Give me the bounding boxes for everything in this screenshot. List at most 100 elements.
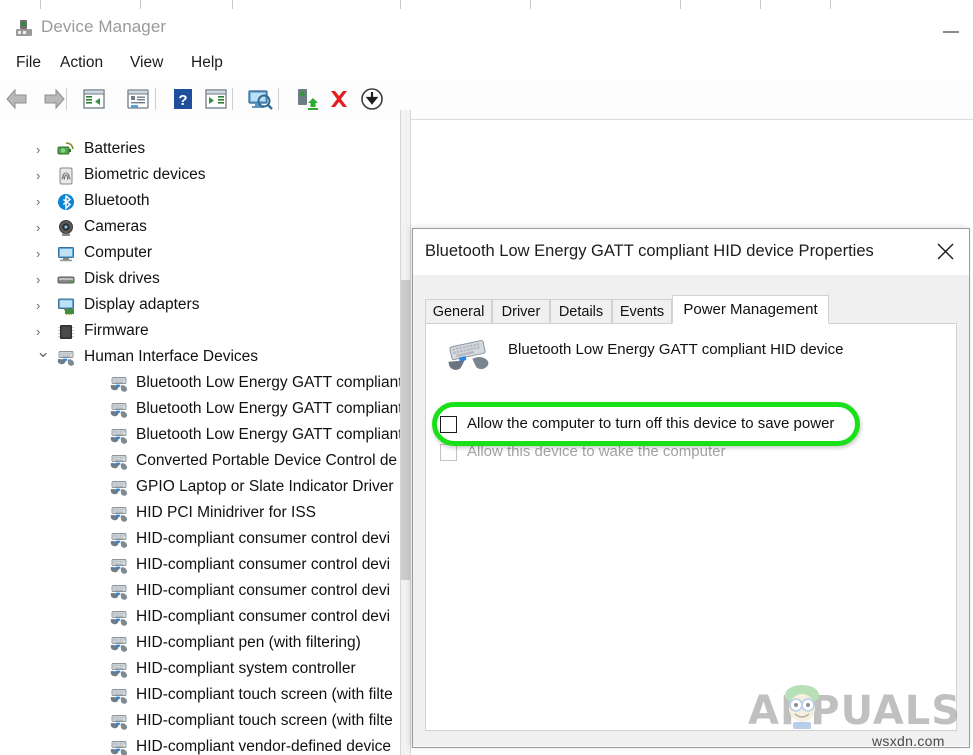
strip-divider xyxy=(400,0,401,9)
chevron-right-icon[interactable]: › xyxy=(36,325,49,338)
hid-device-icon xyxy=(110,427,128,445)
hid-device-icon xyxy=(110,375,128,393)
tree-item-label: HID-compliant consumer control devi xyxy=(136,582,390,600)
tree-item-label: Batteries xyxy=(84,140,145,158)
chevron-right-icon[interactable]: › xyxy=(36,169,49,182)
tree-item-label: GPIO Laptop or Slate Indicator Driver xyxy=(136,478,394,496)
battery-icon xyxy=(57,141,75,159)
hid-device-icon xyxy=(110,583,128,601)
tree-item-label: HID-compliant pen (with filtering) xyxy=(136,634,361,652)
tree-item[interactable]: HID-compliant consumer control devi xyxy=(0,579,400,605)
tree-item[interactable]: ›Bluetooth xyxy=(0,189,400,215)
tree-item[interactable]: Converted Portable Device Control de xyxy=(0,449,400,475)
title-bar: Device Manager xyxy=(0,9,973,47)
tree-item-label: Bluetooth Low Energy GATT compliant xyxy=(136,374,400,392)
tree-item[interactable]: › Computer xyxy=(0,241,400,267)
properties-icon[interactable] xyxy=(125,86,151,112)
tree-item[interactable]: › Batteries xyxy=(0,137,400,163)
menu-item-action[interactable]: Action xyxy=(54,51,109,75)
strip-divider xyxy=(140,0,141,9)
device-properties-dialog: Bluetooth Low Energy GATT compliant HID … xyxy=(412,228,970,748)
svg-text:?: ? xyxy=(178,92,187,109)
uninstall-device-icon[interactable] xyxy=(326,86,352,112)
disk-drive-icon xyxy=(57,271,75,289)
firmware-icon xyxy=(57,323,75,341)
menu-item-file[interactable]: File xyxy=(10,51,47,75)
hid-device-icon xyxy=(110,531,128,549)
fingerprint-icon xyxy=(57,167,75,185)
disable-device-icon[interactable] xyxy=(359,86,385,112)
tree-item[interactable]: ›Firmware xyxy=(0,319,400,345)
bluetooth-icon xyxy=(57,193,75,211)
menu-item-view[interactable]: View xyxy=(124,51,169,75)
toolbar-separator xyxy=(232,88,233,110)
tree-item-label: Bluetooth Low Energy GATT compliant xyxy=(136,400,400,418)
chevron-right-icon[interactable]: › xyxy=(36,221,49,234)
chevron-right-icon[interactable]: › xyxy=(36,143,49,156)
computer-icon xyxy=(57,245,75,263)
tree-item-label: Cameras xyxy=(84,218,147,236)
checkbox-label: Allow the computer to turn off this devi… xyxy=(467,415,834,432)
tree-item[interactable]: HID-compliant consumer control devi xyxy=(0,553,400,579)
checkbox-box[interactable] xyxy=(440,416,457,433)
tree-vertical-scrollbar[interactable] xyxy=(400,110,411,755)
forward-arrow-icon[interactable] xyxy=(41,86,67,112)
show-hide-action-pane-icon[interactable] xyxy=(203,86,229,112)
chevron-right-icon[interactable]: › xyxy=(36,299,49,312)
strip-divider xyxy=(680,0,681,9)
tree-item[interactable]: HID-compliant pen (with filtering) xyxy=(0,631,400,657)
help-icon[interactable]: ? xyxy=(170,86,196,112)
tree-item[interactable]: GPIO Laptop or Slate Indicator Driver xyxy=(0,475,400,501)
tab-general[interactable]: General xyxy=(425,299,492,323)
hid-device-icon xyxy=(110,557,128,575)
toolbar-separator xyxy=(278,88,279,110)
tree-item[interactable]: Bluetooth Low Energy GATT compliant xyxy=(0,371,400,397)
tree-item[interactable]: › Cameras xyxy=(0,215,400,241)
chevron-right-icon[interactable]: › xyxy=(36,247,49,260)
chevron-right-icon[interactable]: › xyxy=(36,195,49,208)
tree-item[interactable]: HID-compliant touch screen (with filte xyxy=(0,683,400,709)
tree-item[interactable]: HID-compliant consumer control devi xyxy=(0,527,400,553)
tab-power-management[interactable]: Power Management xyxy=(672,295,829,324)
dialog-title-bar: Bluetooth Low Energy GATT compliant HID … xyxy=(413,229,969,275)
hid-device-icon xyxy=(110,713,128,731)
tab-driver[interactable]: Driver xyxy=(492,299,550,323)
back-arrow-icon[interactable] xyxy=(4,86,30,112)
device-tree[interactable]: ›Batteries›Biometric devices›Bluetooth›C… xyxy=(0,119,400,755)
device-name-label: Bluetooth Low Energy GATT compliant HID … xyxy=(508,341,843,358)
tree-item[interactable]: ›Biometric devices xyxy=(0,163,400,189)
tree-item-label: Computer xyxy=(84,244,152,262)
chevron-down-icon[interactable]: ⌄ xyxy=(36,345,49,358)
watermark-source: wsxdn.com xyxy=(872,733,945,749)
menu-item-help[interactable]: Help xyxy=(185,51,229,75)
tree-item[interactable]: HID-compliant consumer control devi xyxy=(0,605,400,631)
scrollbar-thumb[interactable] xyxy=(401,280,410,580)
minimize-button[interactable] xyxy=(936,21,966,41)
tree-item-label: HID-compliant consumer control devi xyxy=(136,608,390,626)
chevron-right-icon[interactable]: › xyxy=(36,273,49,286)
tree-item[interactable]: Bluetooth Low Energy GATT compliant xyxy=(0,423,400,449)
tree-item[interactable]: ⌄ Human Interface Devices xyxy=(0,345,400,371)
tree-item[interactable]: HID-compliant system controller xyxy=(0,657,400,683)
close-button[interactable] xyxy=(921,229,969,273)
tab-details[interactable]: Details xyxy=(550,299,612,323)
tree-item[interactable]: HID-compliant touch screen (with filte xyxy=(0,709,400,735)
tree-item[interactable]: Bluetooth Low Energy GATT compliant xyxy=(0,397,400,423)
hid-device-icon xyxy=(110,609,128,627)
tree-item[interactable]: HID PCI Minidriver for ISS xyxy=(0,501,400,527)
tree-item-label: HID-compliant consumer control devi xyxy=(136,530,390,548)
hid-device-icon xyxy=(110,687,128,705)
tree-item-label: Display adapters xyxy=(84,296,199,314)
tree-item-label: Human Interface Devices xyxy=(84,348,258,366)
show-hide-console-tree-icon[interactable] xyxy=(81,86,107,112)
tree-item[interactable]: › Display adapters xyxy=(0,293,400,319)
tree-item-label: HID-compliant touch screen (with filte xyxy=(136,712,393,730)
tree-item[interactable]: HID-compliant vendor-defined device xyxy=(0,735,400,755)
update-driver-icon[interactable] xyxy=(294,86,320,112)
scan-for-hardware-changes-icon[interactable] xyxy=(247,86,273,112)
toolbar: ? xyxy=(0,79,973,120)
tree-item[interactable]: ›Disk drives xyxy=(0,267,400,293)
hid-device-icon xyxy=(110,505,128,523)
tab-events[interactable]: Events xyxy=(612,299,672,323)
strip-divider xyxy=(232,0,233,9)
